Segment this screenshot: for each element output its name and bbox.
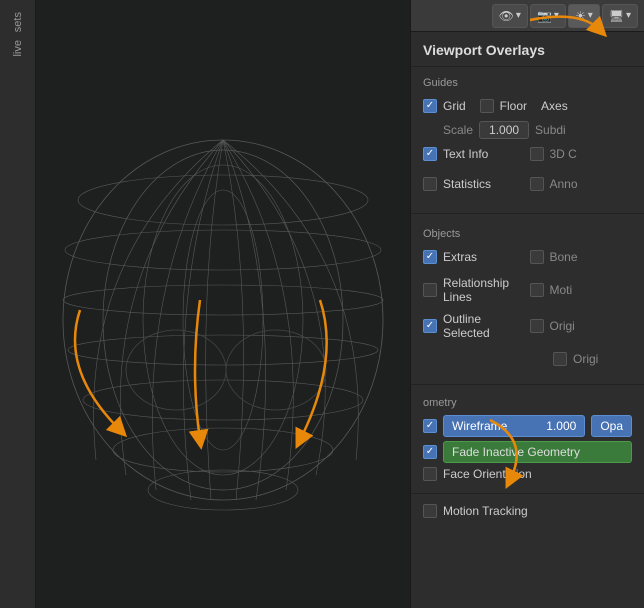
motion-tracking-row: Motion Tracking: [423, 504, 632, 518]
face-orientation-checkbox[interactable]: [423, 467, 437, 481]
bone-label: Bone: [550, 250, 578, 264]
origi1-checkbox[interactable]: [530, 319, 544, 333]
text-info-checkbox[interactable]: [423, 147, 437, 161]
mesh-view: [36, 0, 410, 608]
render-btn[interactable]: 📷 ▾: [530, 4, 566, 28]
face-orientation-row: Face Orientation: [423, 467, 632, 481]
relationship-lines-row: Relationship Lines Moti: [423, 276, 632, 308]
fade-inactive-row: Fade Inactive Geometry: [423, 441, 632, 463]
outline-selected-row: Outline Selected Origi: [423, 312, 632, 344]
extras-checkbox[interactable]: [423, 250, 437, 264]
live-label: live: [12, 40, 24, 57]
geometry-title: ometry: [423, 397, 632, 409]
subdi-label: Subdi: [535, 123, 566, 137]
moti-label: Moti: [550, 283, 573, 297]
wireframe-label: Wireframe: [452, 419, 507, 433]
grid-row: Grid Floor Axes: [423, 95, 632, 117]
floor-checkbox[interactable]: [480, 99, 494, 113]
guides-title: Guides: [423, 77, 632, 89]
moti-checkbox[interactable]: [530, 283, 544, 297]
motion-tracking-checkbox[interactable]: [423, 504, 437, 518]
geometry-section: ometry Wireframe 1.000 Opa Fade Inactive…: [411, 389, 644, 489]
extras-label: Extras: [443, 250, 477, 264]
three-d-c-label: 3D C: [550, 147, 577, 161]
wireframe-field[interactable]: Wireframe 1.000: [443, 415, 585, 437]
guides-section: Guides Grid Floor Axes Scale 1.000 Subdi…: [411, 67, 644, 209]
sets-label: sets: [12, 12, 24, 32]
three-d-c-checkbox[interactable]: [530, 147, 544, 161]
fade-inactive-label: Fade Inactive Geometry: [452, 445, 580, 459]
objects-section: Objects Extras Bone Relationship Lines M…: [411, 218, 644, 380]
extras-row: Extras Bone: [423, 246, 632, 272]
outline-selected-checkbox[interactable]: [423, 319, 437, 333]
screen-btn[interactable]: 🖥 ▾: [602, 4, 638, 28]
fade-inactive-field[interactable]: Fade Inactive Geometry: [443, 441, 632, 463]
fade-inactive-checkbox[interactable]: [423, 445, 437, 459]
relationship-lines-checkbox[interactable]: [423, 283, 437, 297]
panel-toolbar: 👁 ▾ 📷 ▾ ☀ ▾ 🖥 ▾: [411, 0, 644, 32]
relationship-lines-label: Relationship Lines: [443, 276, 526, 304]
left-sidebar: sets live: [0, 0, 36, 608]
motion-tracking-label: Motion Tracking: [443, 504, 528, 518]
wireframe-row: Wireframe 1.000 Opa: [423, 415, 632, 437]
origi2-row: Origi: [553, 348, 632, 370]
viewport-shading-btn[interactable]: 👁 ▾: [492, 4, 528, 28]
origi1-label: Origi: [550, 319, 575, 333]
outline-selected-label: Outline Selected: [443, 312, 526, 340]
panel-title: Viewport Overlays: [411, 32, 644, 67]
statistics-checkbox[interactable]: [423, 177, 437, 191]
text-info-label: Text Info: [443, 147, 488, 161]
axes-label: Axes: [541, 99, 568, 113]
motion-tracking-section: Motion Tracking: [411, 498, 644, 528]
floor-label: Floor: [500, 99, 527, 113]
viewport: [36, 0, 410, 608]
overlays-btn[interactable]: ☀ ▾: [568, 4, 600, 28]
anno-checkbox[interactable]: [530, 177, 544, 191]
text-info-row: Text Info 3D C: [423, 143, 632, 169]
scale-row: Scale 1.000 Subdi: [423, 121, 632, 139]
objects-title: Objects: [423, 228, 632, 240]
grid-checkbox[interactable]: [423, 99, 437, 113]
grid-label: Grid: [443, 99, 466, 113]
scale-label: Scale: [443, 123, 473, 137]
anno-label: Anno: [550, 177, 578, 191]
statistics-label: Statistics: [443, 177, 491, 191]
wireframe-checkbox[interactable]: [423, 419, 437, 433]
scale-value[interactable]: 1.000: [479, 121, 529, 139]
wireframe-value: 1.000: [546, 419, 576, 433]
origi2-label: Origi: [573, 352, 598, 366]
origi2-checkbox[interactable]: [553, 352, 567, 366]
statistics-row: Statistics Anno: [423, 173, 632, 199]
opa-button[interactable]: Opa: [591, 415, 632, 437]
bone-checkbox[interactable]: [530, 250, 544, 264]
viewport-overlays-panel: 👁 ▾ 📷 ▾ ☀ ▾ 🖥 ▾ Viewport Overlays Guides…: [410, 0, 644, 608]
face-orientation-label: Face Orientation: [443, 467, 532, 481]
